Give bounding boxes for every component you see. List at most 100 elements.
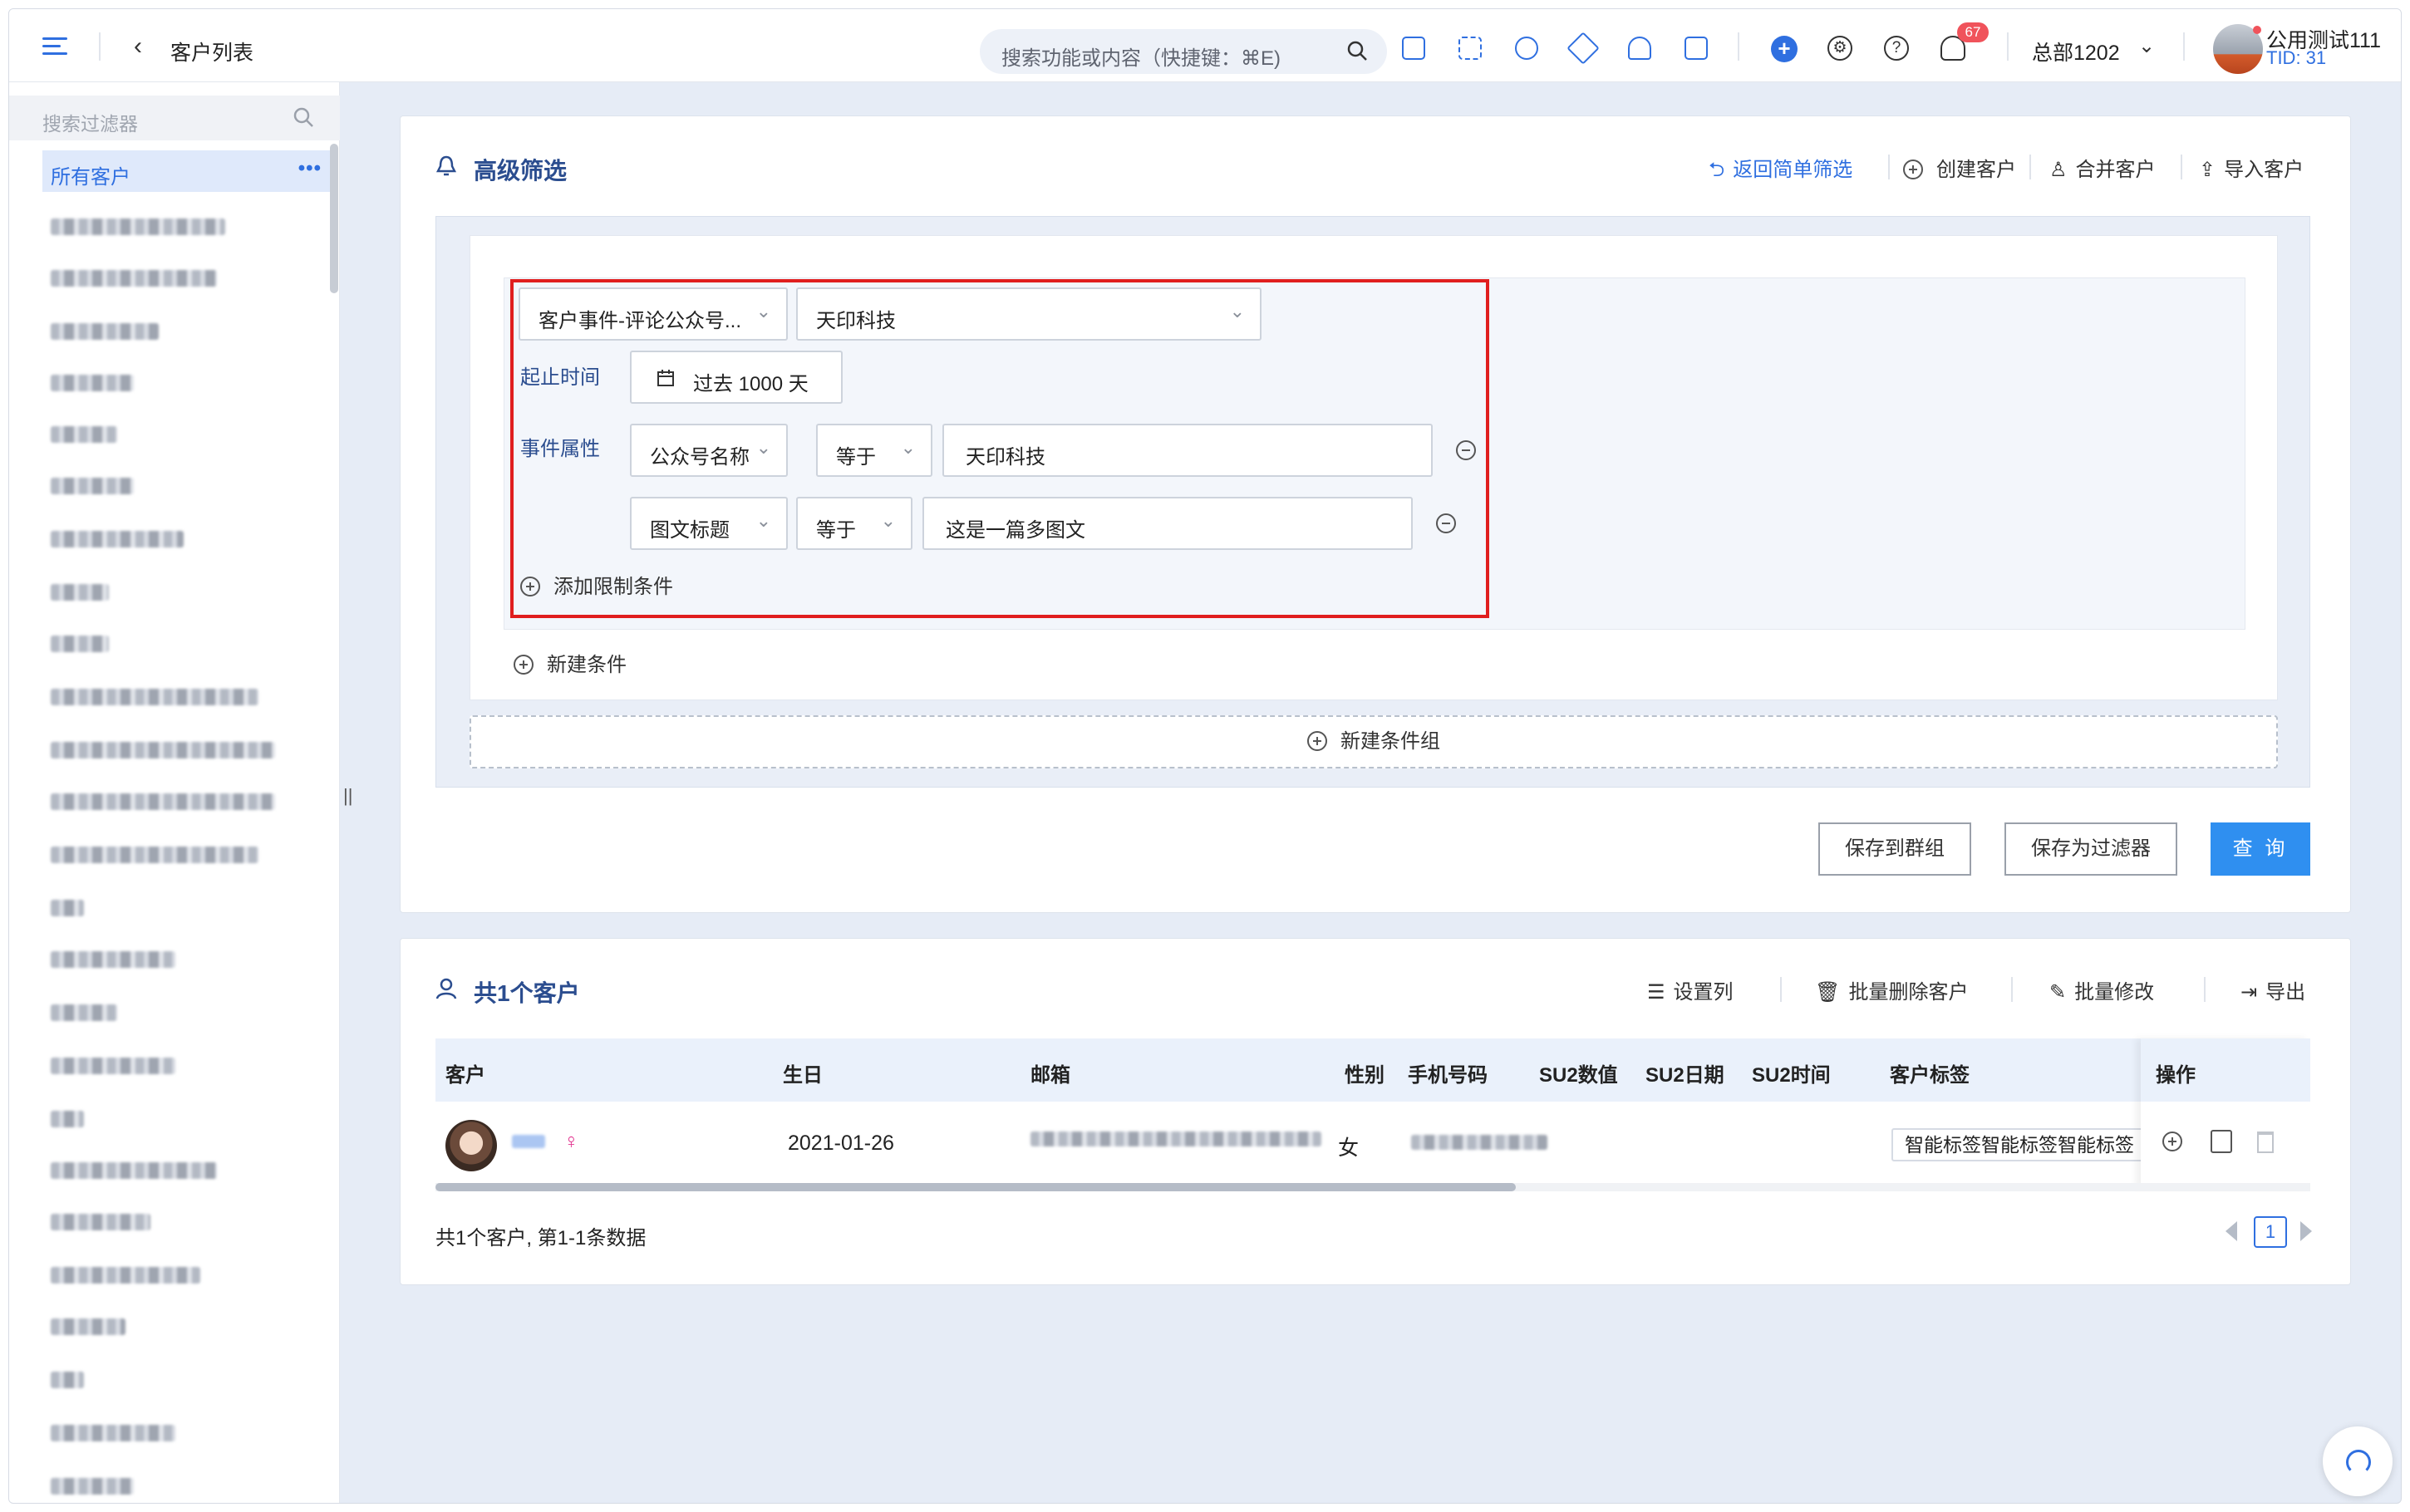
sidebar-item-redacted[interactable] (51, 636, 109, 652)
sidebar-item-redacted[interactable] (51, 323, 159, 340)
save-to-group-button[interactable]: 保存到群组 (1818, 822, 1971, 876)
sidebar-item-redacted[interactable] (51, 847, 258, 863)
message-icon[interactable] (1402, 37, 1425, 60)
list-icon: ☰ (1647, 981, 1665, 1004)
sidebar-item-redacted[interactable] (51, 1478, 134, 1495)
sidebar-item-redacted[interactable] (51, 531, 184, 547)
section-title: 高级筛选 (474, 158, 568, 184)
users-icon[interactable] (1628, 37, 1651, 60)
divider (2011, 977, 2013, 1002)
sidebar-item-redacted[interactable] (51, 1372, 84, 1388)
create-customer-button[interactable]: 创建客户 (1903, 153, 2016, 182)
next-page-icon[interactable] (2300, 1221, 2312, 1241)
sidebar-item-redacted[interactable] (51, 1267, 200, 1284)
new-condition-button[interactable]: 新建条件 (514, 648, 627, 677)
back-simple-filter-button[interactable]: ⮌ 返回简单筛选 (1709, 153, 1852, 189)
export-icon: ⇥ (2240, 981, 2258, 1004)
sidebar-item-redacted[interactable] (51, 375, 134, 391)
sidebar-item-redacted[interactable] (51, 218, 225, 235)
customer-name-redacted[interactable] (512, 1135, 545, 1148)
action-label: 合并客户 (2075, 159, 2156, 181)
view-icon[interactable] (2211, 1130, 2232, 1153)
query-button[interactable]: 查 询 (2211, 822, 2310, 876)
advanced-filter-card: 高级筛选 ⮌ 返回简单筛选 创建客户 ♙ 合并客户 ⇪ 导入客户 客户事件-评论公众号… (400, 115, 2351, 913)
table-scrollbar[interactable] (435, 1183, 1516, 1191)
column-header[interactable]: 邮箱 (1030, 1058, 1070, 1087)
filter-search-placeholder: 搜索过滤器 (42, 113, 138, 135)
action-label: 新建条件 (547, 654, 627, 676)
sidebar-item-redacted[interactable] (51, 584, 109, 601)
support-chat-icon[interactable] (2323, 1426, 2393, 1496)
calendar-icon[interactable] (1685, 37, 1708, 60)
resize-handle-icon[interactable]: || (343, 785, 352, 807)
column-header[interactable]: 性别 (1345, 1058, 1385, 1087)
help-icon[interactable]: ? (1884, 36, 1909, 61)
sidebar-item-redacted[interactable] (51, 1425, 175, 1441)
user-avatar[interactable] (2213, 24, 2263, 74)
sidebar-item-redacted[interactable] (51, 689, 258, 705)
new-condition-group-button[interactable]: 新建条件组 (470, 715, 2278, 768)
sidebar-item-redacted[interactable] (51, 742, 275, 758)
bell-icon (435, 155, 457, 176)
current-page[interactable]: 1 (2254, 1216, 2287, 1248)
back-icon[interactable]: ‹ (134, 34, 142, 59)
set-columns-button[interactable]: ☰ 设置列 (1647, 975, 1734, 1004)
export-button[interactable]: ⇥ 导出 (2240, 975, 2305, 1004)
qrcode-icon[interactable] (1458, 37, 1482, 60)
action-label: 导出 (2265, 981, 2306, 1004)
table-header: 客户 生日 邮箱 性别 手机号码 SU2数值 SU2日期 SU2时间 客户标签 (435, 1038, 2310, 1102)
org-selector[interactable]: 总部1202 (2032, 37, 2120, 66)
save-as-filter-button[interactable]: 保存为过滤器 (2004, 822, 2177, 876)
user-icon: ♙ (2049, 159, 2068, 181)
chevron-down-icon[interactable]: ⌄ (2138, 34, 2155, 58)
column-header[interactable]: 客户 (445, 1058, 485, 1087)
action-label: 返回简单筛选 (1733, 159, 1853, 181)
column-header-bg: 操作 (2141, 1038, 2310, 1102)
column-header[interactable]: 客户标签 (1890, 1058, 1970, 1087)
upload-icon: ⇪ (2199, 159, 2216, 181)
edit-icon: ✎ (2049, 981, 2067, 1004)
divider (1780, 977, 1782, 1002)
sidebar-item-redacted[interactable] (51, 270, 217, 287)
import-customer-button[interactable]: ⇪ 导入客户 (2199, 153, 2304, 182)
sidebar-item-redacted[interactable] (51, 951, 175, 968)
sidebar-item-redacted[interactable] (51, 1111, 84, 1127)
compass-icon[interactable] (1515, 37, 1538, 60)
column-header[interactable]: SU2时间 (1752, 1058, 1831, 1087)
filter-area: 客户事件-评论公众号... ⌄ 天印科技 ⌄ 起止时间 过去 1000 天 事件属性… (435, 216, 2310, 788)
sidebar-item-redacted[interactable] (51, 1162, 217, 1179)
condition-group: 客户事件-评论公众号... ⌄ 天印科技 ⌄ 起止时间 过去 1000 天 事件属性… (470, 235, 2278, 700)
add-icon[interactable] (2162, 1132, 2182, 1151)
batch-delete-button[interactable]: 🗑 批量删除客户 (1815, 975, 1968, 1004)
sidebar-item-redacted[interactable] (51, 793, 275, 810)
sidebar-item-all-customers[interactable]: 所有客户 ••• (42, 150, 330, 192)
filter-search-input[interactable]: 搜索过滤器 (9, 96, 340, 140)
divider (2029, 155, 2031, 179)
add-icon[interactable]: + (1771, 36, 1798, 62)
sidebar-item-redacted[interactable] (51, 478, 134, 494)
sidebar-item-redacted[interactable] (51, 1318, 125, 1335)
sidebar-scrollbar[interactable] (330, 144, 338, 293)
global-search-input[interactable]: 搜索功能或内容（快捷键：⌘E) (980, 29, 1387, 74)
column-header[interactable]: SU2日期 (1645, 1058, 1724, 1087)
sidebar-item-redacted[interactable] (51, 900, 84, 916)
settings-icon[interactable]: ⚙ (1827, 36, 1852, 61)
sidebar-item-redacted[interactable] (51, 1214, 150, 1230)
menu-icon[interactable] (42, 37, 67, 56)
sidebar-item-redacted[interactable] (51, 1058, 175, 1074)
action-label: 新建条件组 (1340, 730, 1440, 753)
prev-page-icon[interactable] (2226, 1221, 2237, 1241)
column-header[interactable]: SU2数值 (1539, 1058, 1618, 1087)
tag-icon[interactable] (1566, 32, 1600, 65)
more-icon[interactable]: ••• (298, 157, 322, 180)
delete-icon[interactable] (2257, 1132, 2274, 1153)
sidebar-item-redacted[interactable] (51, 426, 117, 443)
column-header[interactable]: 手机号码 (1408, 1058, 1488, 1087)
sidebar-item-redacted[interactable] (51, 1004, 117, 1021)
divider (2204, 977, 2206, 1002)
column-header[interactable]: 生日 (783, 1058, 823, 1087)
merge-customer-button[interactable]: ♙ 合并客户 (2049, 153, 2156, 182)
divider (1738, 32, 1739, 61)
customer-avatar[interactable] (445, 1120, 497, 1171)
batch-edit-button[interactable]: ✎ 批量修改 (2049, 975, 2154, 1004)
